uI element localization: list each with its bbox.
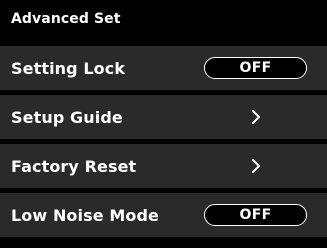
- toggle-value: OFF: [239, 60, 272, 76]
- menu-item-setup-guide[interactable]: Setup Guide: [0, 95, 327, 139]
- menu-item-factory-reset[interactable]: Factory Reset: [0, 144, 327, 188]
- menu-item-label: Factory Reset: [11, 156, 137, 176]
- menu-item-setting-lock[interactable]: Setting Lock OFF: [0, 46, 327, 90]
- menu-item-label: Setting Lock: [11, 58, 126, 78]
- menu-item-label: Low Noise Mode: [11, 205, 159, 225]
- menu-item-label: Setup Guide: [11, 107, 123, 127]
- toggle-value: OFF: [239, 207, 272, 223]
- screen-header: Advanced Set: [0, 0, 327, 38]
- page-title: Advanced Set: [11, 11, 121, 27]
- setting-lock-toggle[interactable]: OFF: [204, 57, 307, 79]
- advanced-settings-screen: Advanced Set Setting Lock OFF Setup Guid…: [0, 0, 327, 248]
- chevron-right-icon: [252, 159, 260, 173]
- chevron-right-icon: [252, 110, 260, 124]
- menu-item-low-noise-mode[interactable]: Low Noise Mode OFF: [0, 193, 327, 237]
- low-noise-mode-toggle[interactable]: OFF: [204, 204, 307, 226]
